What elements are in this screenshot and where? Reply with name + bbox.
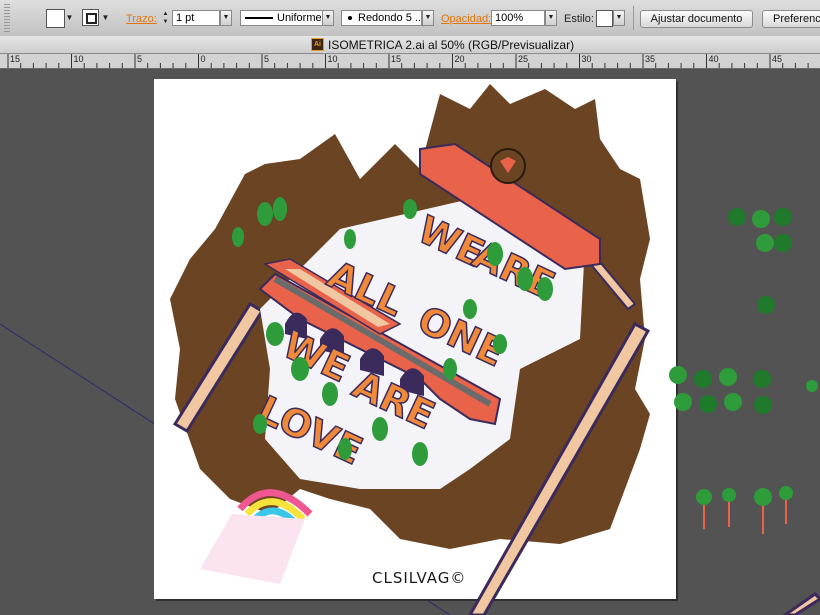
stroke-dropdown-arrow[interactable]: ▼ [100,9,111,26]
divider [633,6,634,30]
ruler-label: 10 [327,54,338,64]
style-label: Estilo: [564,13,594,25]
illustrator-file-icon: Ai [311,38,324,51]
control-bar: ▼ ▼ Trazo: ▲ ▼ 1 pt ▼ Uniforme ▼ Redondo … [0,0,820,37]
opacity-dropdown[interactable]: ▼ [545,10,557,26]
brush-select[interactable]: Redondo 5 ... [341,10,422,26]
stroke-profile-dropdown[interactable]: ▼ [322,10,334,26]
horizontal-ruler[interactable]: 15 10 5 0 5 10 15 20 25 30 35 40 45 [0,54,820,69]
ruler-label: 25 [518,54,529,64]
rainbow-floor [200,514,305,584]
ruler-label: 0 [200,54,206,64]
stroke-label[interactable]: Trazo: [126,13,157,25]
document-setup-button[interactable]: Ajustar documento [640,10,753,28]
stroke-weight-dropdown[interactable]: ▼ [220,10,232,26]
ruler-label: 15 [391,54,402,64]
preferences-button[interactable]: Preferencias [762,10,820,28]
stroke-weight-input[interactable]: 1 pt [172,10,220,26]
pasteboard-stairs [782,592,820,615]
canvas-area[interactable]: WE ARE ALL ONE WE ARE LOVE [0,69,820,615]
style-dropdown[interactable]: ▼ [613,10,625,26]
ruler-label: 20 [454,54,465,64]
pasteboard-trees[interactable] [696,486,793,534]
ruler-label: 40 [708,54,719,64]
fill-swatch[interactable] [46,9,65,28]
stroke-profile-select[interactable]: Uniforme [240,10,334,26]
document-title: ISOMETRICA 2.ai al 50% (RGB/Previsualiza… [328,38,575,52]
isometric-illustration[interactable]: WE ARE ALL ONE WE ARE LOVE [0,69,820,615]
ruler-label: 30 [581,54,592,64]
opacity-input[interactable]: 100% [491,10,545,26]
panel-grip[interactable] [4,4,10,32]
brush-label: Redondo 5 ... [358,12,422,24]
stroke-weight-stepper[interactable]: ▲ ▼ [160,10,171,26]
brush-dot-icon [348,16,352,21]
ruler-ticks [7,54,809,68]
stroke-swatch-icon[interactable] [82,9,99,26]
stroke-line-preview [245,17,273,20]
pasteboard-plants[interactable] [669,208,818,414]
fill-dropdown-arrow[interactable]: ▼ [64,9,75,26]
style-swatch[interactable] [596,10,613,27]
opacity-label[interactable]: Opacidad: [441,13,491,25]
brush-dropdown[interactable]: ▼ [422,10,434,26]
artist-signature: CLSILVAG© [372,569,467,587]
stroke-profile-label: Uniforme [277,12,322,24]
ruler-label: 10 [73,54,84,64]
ruler-label: 5 [137,54,143,64]
ruler-label: 5 [264,54,270,64]
ruler-label: 45 [772,54,783,64]
document-tab[interactable]: Ai ISOMETRICA 2.ai al 50% (RGB/Previsual… [0,36,820,54]
ruler-label: 15 [10,54,21,64]
ruler-label: 35 [645,54,656,64]
